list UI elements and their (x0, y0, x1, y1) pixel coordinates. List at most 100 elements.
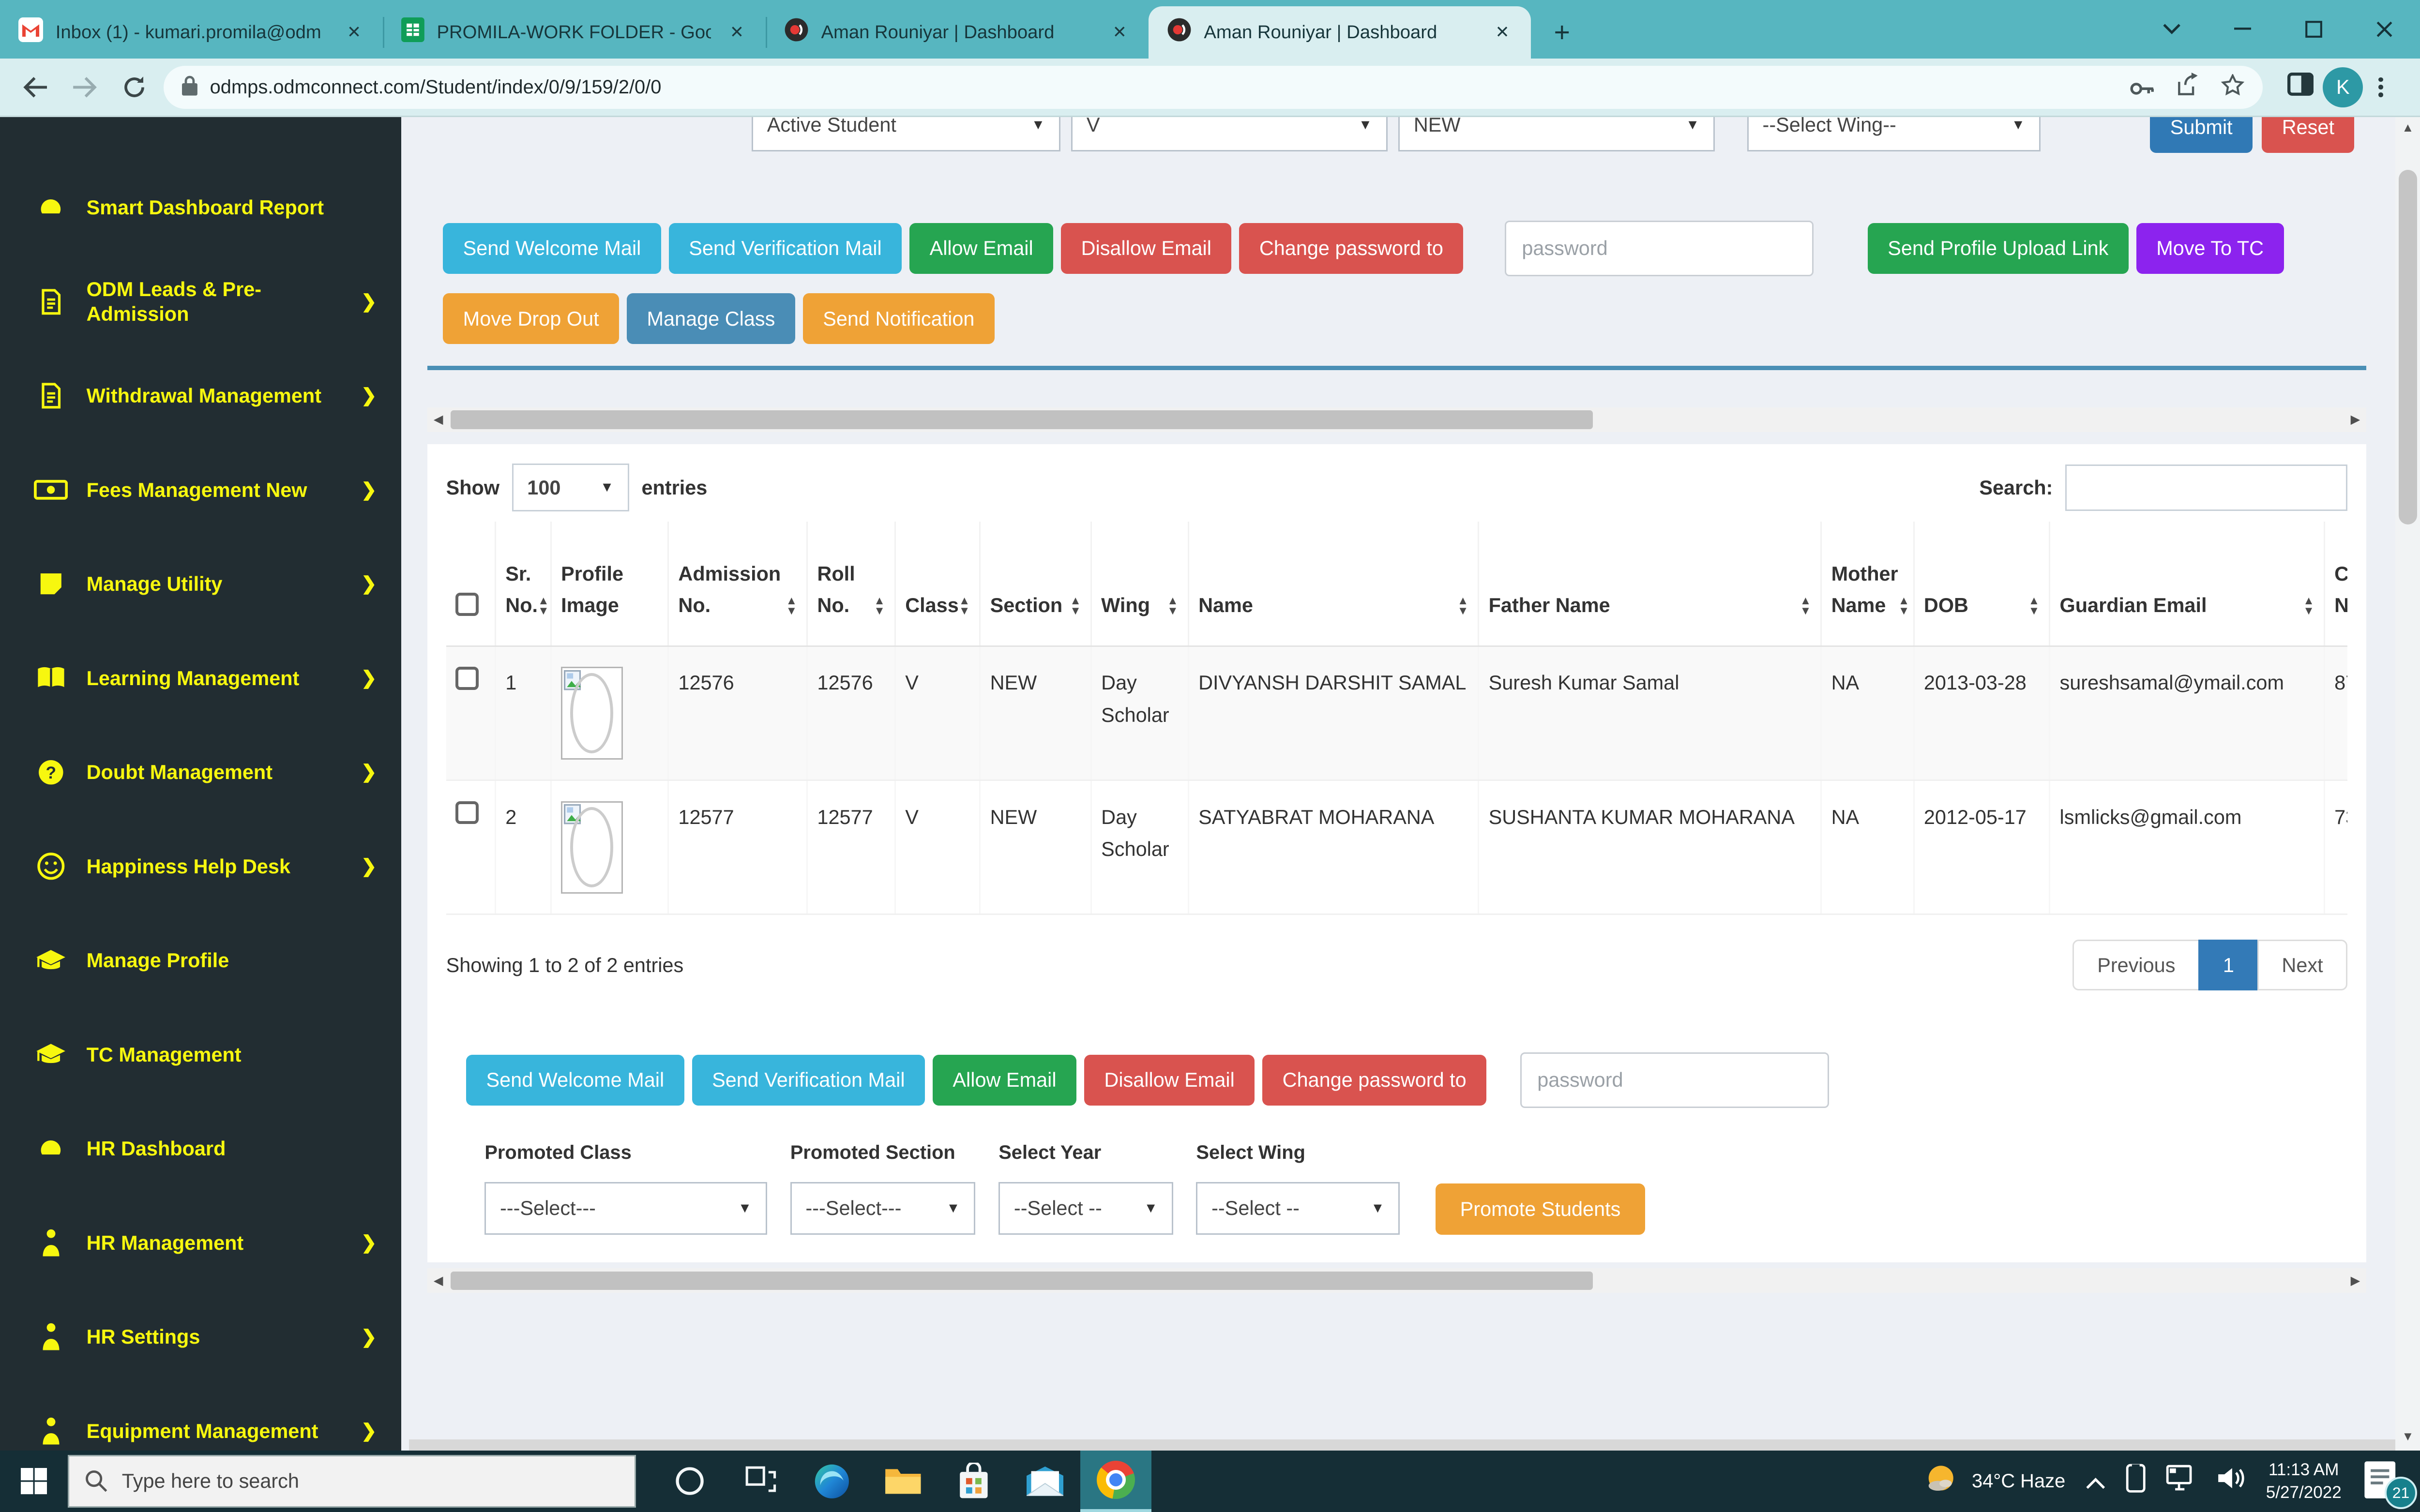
sidebar-item-odm-leads[interactable]: ODM Leads & Pre-Admission ❯ (0, 254, 401, 349)
column-header[interactable]: Guardian Email (2060, 590, 2207, 621)
send-welcome-mail-button-bottom[interactable]: Send Welcome Mail (466, 1055, 684, 1106)
maximize-button[interactable] (2278, 0, 2349, 59)
browser-profile-avatar[interactable]: K (2323, 67, 2363, 107)
close-window-button[interactable] (2349, 0, 2420, 59)
horizontal-scrollbar-bottom[interactable]: ◀ ▶ (427, 1268, 2366, 1293)
chrome-profile-chevron-icon[interactable] (2136, 0, 2208, 59)
sidebar-item-hr-settings[interactable]: HR Settings ❯ (0, 1290, 401, 1384)
allow-email-button-bottom[interactable]: Allow Email (933, 1055, 1076, 1106)
sort-icon[interactable]: ▲▼ (1167, 596, 1179, 621)
select-wing-select[interactable]: --Select --▼ (1196, 1182, 1400, 1234)
column-header[interactable]: Roll No. (817, 558, 874, 621)
your-phone-icon[interactable] (2126, 1464, 2146, 1499)
microsoft-store-icon[interactable] (938, 1451, 1010, 1512)
column-header[interactable]: Co No (2334, 558, 2347, 621)
select-all-checkbox[interactable] (455, 593, 479, 616)
move-to-tc-button[interactable]: Move To TC (2136, 223, 2284, 274)
disallow-email-button-bottom[interactable]: Disallow Email (1084, 1055, 1255, 1106)
password-input-bottom[interactable] (1520, 1052, 1829, 1108)
sort-icon[interactable]: ▲▼ (874, 596, 885, 621)
sort-icon[interactable]: ▲▼ (1457, 596, 1469, 621)
task-view-icon[interactable] (726, 1451, 797, 1512)
move-drop-out-button[interactable]: Move Drop Out (443, 293, 619, 344)
action-center-icon[interactable]: 21 (2361, 1458, 2408, 1505)
tab-sheets[interactable]: PROMILA-WORK FOLDER - Goog ✕ (383, 6, 766, 59)
scrollbar-thumb[interactable] (451, 1272, 1593, 1290)
browser-menu-icon[interactable] (2372, 77, 2389, 97)
column-header[interactable]: Mother Name (1831, 558, 1898, 621)
column-header[interactable]: Class (905, 590, 959, 621)
start-button[interactable] (0, 1468, 68, 1494)
sort-icon[interactable]: ▲▼ (959, 596, 970, 621)
file-explorer-icon[interactable] (867, 1451, 938, 1512)
sort-icon[interactable]: ▲▼ (1070, 596, 1081, 621)
side-panel-icon[interactable] (2287, 73, 2314, 102)
scroll-right-icon[interactable]: ▶ (2344, 412, 2366, 427)
sidebar-item-fees-management[interactable]: Fees Management New ❯ (0, 443, 401, 537)
page-horizontal-scroll-track[interactable] (409, 1439, 2403, 1450)
student-status-select[interactable]: Active Student▼ (752, 117, 1060, 151)
minimize-button[interactable] (2207, 0, 2278, 59)
class-select[interactable]: V▼ (1071, 117, 1388, 151)
pagination-next[interactable]: Next (2257, 940, 2348, 990)
sidebar-item-equipment-management[interactable]: Equipment Management ❯ (0, 1384, 401, 1450)
sidebar-item-learning-management[interactable]: Learning Management ❯ (0, 631, 401, 725)
sidebar-item-happiness-help-desk[interactable]: Happiness Help Desk ❯ (0, 819, 401, 913)
tab-close-icon[interactable]: ✕ (341, 19, 367, 45)
column-header[interactable]: Admission No. (678, 558, 786, 621)
weather-widget[interactable]: 34°C Haze (1922, 1463, 2065, 1500)
pagination-page-1[interactable]: 1 (2198, 940, 2259, 990)
volume-icon[interactable] (2217, 1465, 2246, 1497)
sort-icon[interactable]: ▲▼ (2303, 596, 2314, 621)
url-bar[interactable]: odmps.odmconnect.com/Student/index/0/9/1… (164, 66, 2263, 109)
taskbar-clock[interactable]: 11:13 AM 5/27/2022 (2266, 1458, 2342, 1504)
sidebar-item-hr-management[interactable]: HR Management ❯ (0, 1196, 401, 1290)
send-profile-upload-link-button[interactable]: Send Profile Upload Link (1868, 223, 2129, 274)
forward-button[interactable] (65, 67, 105, 107)
sort-icon[interactable]: ▲▼ (538, 596, 549, 621)
sort-icon[interactable]: ▲▼ (786, 596, 798, 621)
disallow-email-button[interactable]: Disallow Email (1061, 223, 1231, 274)
network-icon[interactable] (2166, 1465, 2197, 1498)
table-search-input[interactable] (2065, 464, 2348, 511)
section-select[interactable]: NEW▼ (1398, 117, 1715, 151)
table-row[interactable]: 2 12577 12577 V NEW (446, 780, 2348, 914)
vertical-scrollbar[interactable]: ▲ ▼ (2395, 117, 2420, 1450)
edge-icon[interactable] (797, 1451, 868, 1512)
promote-students-button[interactable]: Promote Students (1436, 1183, 1646, 1234)
sidebar-item-hr-dashboard[interactable]: HR Dashboard (0, 1102, 401, 1196)
pagination-previous[interactable]: Previous (2072, 940, 2200, 990)
sidebar-item-manage-utility[interactable]: Manage Utility ❯ (0, 537, 401, 631)
tab-dashboard-1[interactable]: Aman Rouniyar | Dashboard ✕ (766, 6, 1149, 59)
sidebar-item-manage-profile[interactable]: Manage Profile (0, 913, 401, 1008)
tab-gmail[interactable]: Inbox (1) - kumari.promila@odm ✕ (0, 6, 383, 59)
reset-button[interactable]: Reset (2262, 117, 2354, 153)
promoted-class-select[interactable]: ---Select---▼ (484, 1182, 767, 1234)
mail-icon[interactable] (1010, 1451, 1081, 1512)
page-size-select[interactable]: 100▼ (512, 464, 629, 511)
sidebar-item-withdrawal-management[interactable]: Withdrawal Management ❯ (0, 349, 401, 443)
cortana-icon[interactable] (654, 1451, 726, 1512)
column-header[interactable]: DOB (1924, 590, 1968, 621)
new-tab-button[interactable]: + (1541, 11, 1584, 54)
tab-close-icon[interactable]: ✕ (1106, 19, 1133, 45)
send-verification-mail-button-bottom[interactable]: Send Verification Mail (692, 1055, 925, 1106)
column-header[interactable]: Wing (1101, 590, 1150, 621)
scroll-down-icon[interactable]: ▼ (2395, 1426, 2420, 1448)
row-checkbox[interactable] (455, 667, 479, 690)
send-welcome-mail-button[interactable]: Send Welcome Mail (443, 223, 661, 274)
sort-icon[interactable]: ▲▼ (1800, 596, 1812, 621)
taskbar-search-box[interactable]: Type here to search (68, 1455, 636, 1507)
promoted-section-select[interactable]: ---Select---▼ (790, 1182, 976, 1234)
reload-button[interactable] (114, 67, 154, 107)
sort-icon[interactable]: ▲▼ (1898, 596, 1910, 621)
sidebar-item-tc-management[interactable]: TC Management (0, 1007, 401, 1102)
scroll-right-icon[interactable]: ▶ (2344, 1273, 2366, 1288)
column-header[interactable]: Sr. No. (505, 558, 538, 621)
sidebar-item-doubt-management[interactable]: ? Doubt Management ❯ (0, 725, 401, 820)
back-button[interactable] (15, 67, 56, 107)
send-verification-mail-button[interactable]: Send Verification Mail (669, 223, 902, 274)
scrollbar-thumb[interactable] (2399, 170, 2417, 524)
select-year-select[interactable]: --Select --▼ (998, 1182, 1173, 1234)
column-header[interactable]: Name (1198, 590, 1253, 621)
